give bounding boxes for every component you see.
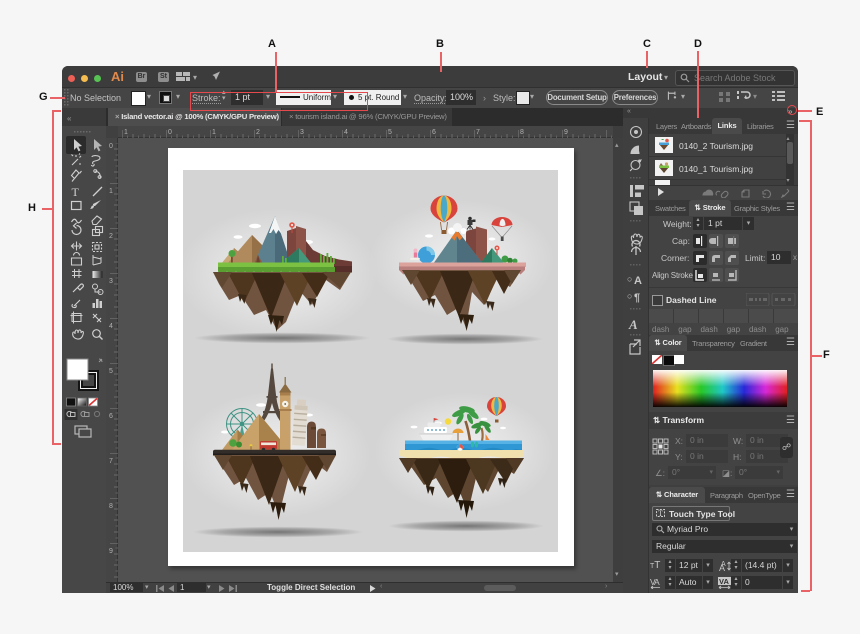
svg-text:6: 6: [109, 413, 113, 420]
svg-text:VA: VA: [719, 577, 729, 586]
svg-text:A: A: [634, 275, 642, 287]
svg-text:0: 0: [109, 143, 113, 150]
svg-text:7: 7: [476, 129, 480, 136]
svg-text:8: 8: [109, 503, 113, 510]
svg-text:9: 9: [109, 548, 113, 555]
svg-text:1: 1: [124, 129, 128, 136]
svg-text:A: A: [719, 563, 725, 572]
svg-text:4: 4: [344, 129, 348, 136]
svg-text:A: A: [628, 317, 638, 332]
svg-text:3: 3: [300, 129, 304, 136]
svg-text:T: T: [72, 185, 80, 199]
svg-text:2: 2: [256, 129, 260, 136]
svg-text:7: 7: [109, 458, 113, 465]
svg-text:8: 8: [520, 129, 524, 136]
svg-text:9: 9: [564, 129, 568, 136]
svg-text:4: 4: [109, 323, 113, 330]
svg-text:3: 3: [109, 278, 113, 285]
svg-text:5: 5: [109, 368, 113, 375]
svg-text:VA: VA: [650, 577, 660, 587]
svg-text:5: 5: [388, 129, 392, 136]
svg-text:¶: ¶: [634, 292, 640, 304]
svg-text:T: T: [658, 509, 663, 518]
svg-text:1: 1: [109, 188, 113, 195]
svg-text:0: 0: [168, 129, 172, 136]
svg-text:○: ○: [627, 291, 632, 301]
svg-text:1: 1: [212, 129, 216, 136]
svg-text:2: 2: [109, 233, 113, 240]
svg-text:6: 6: [432, 129, 436, 136]
svg-text:○: ○: [627, 274, 632, 284]
